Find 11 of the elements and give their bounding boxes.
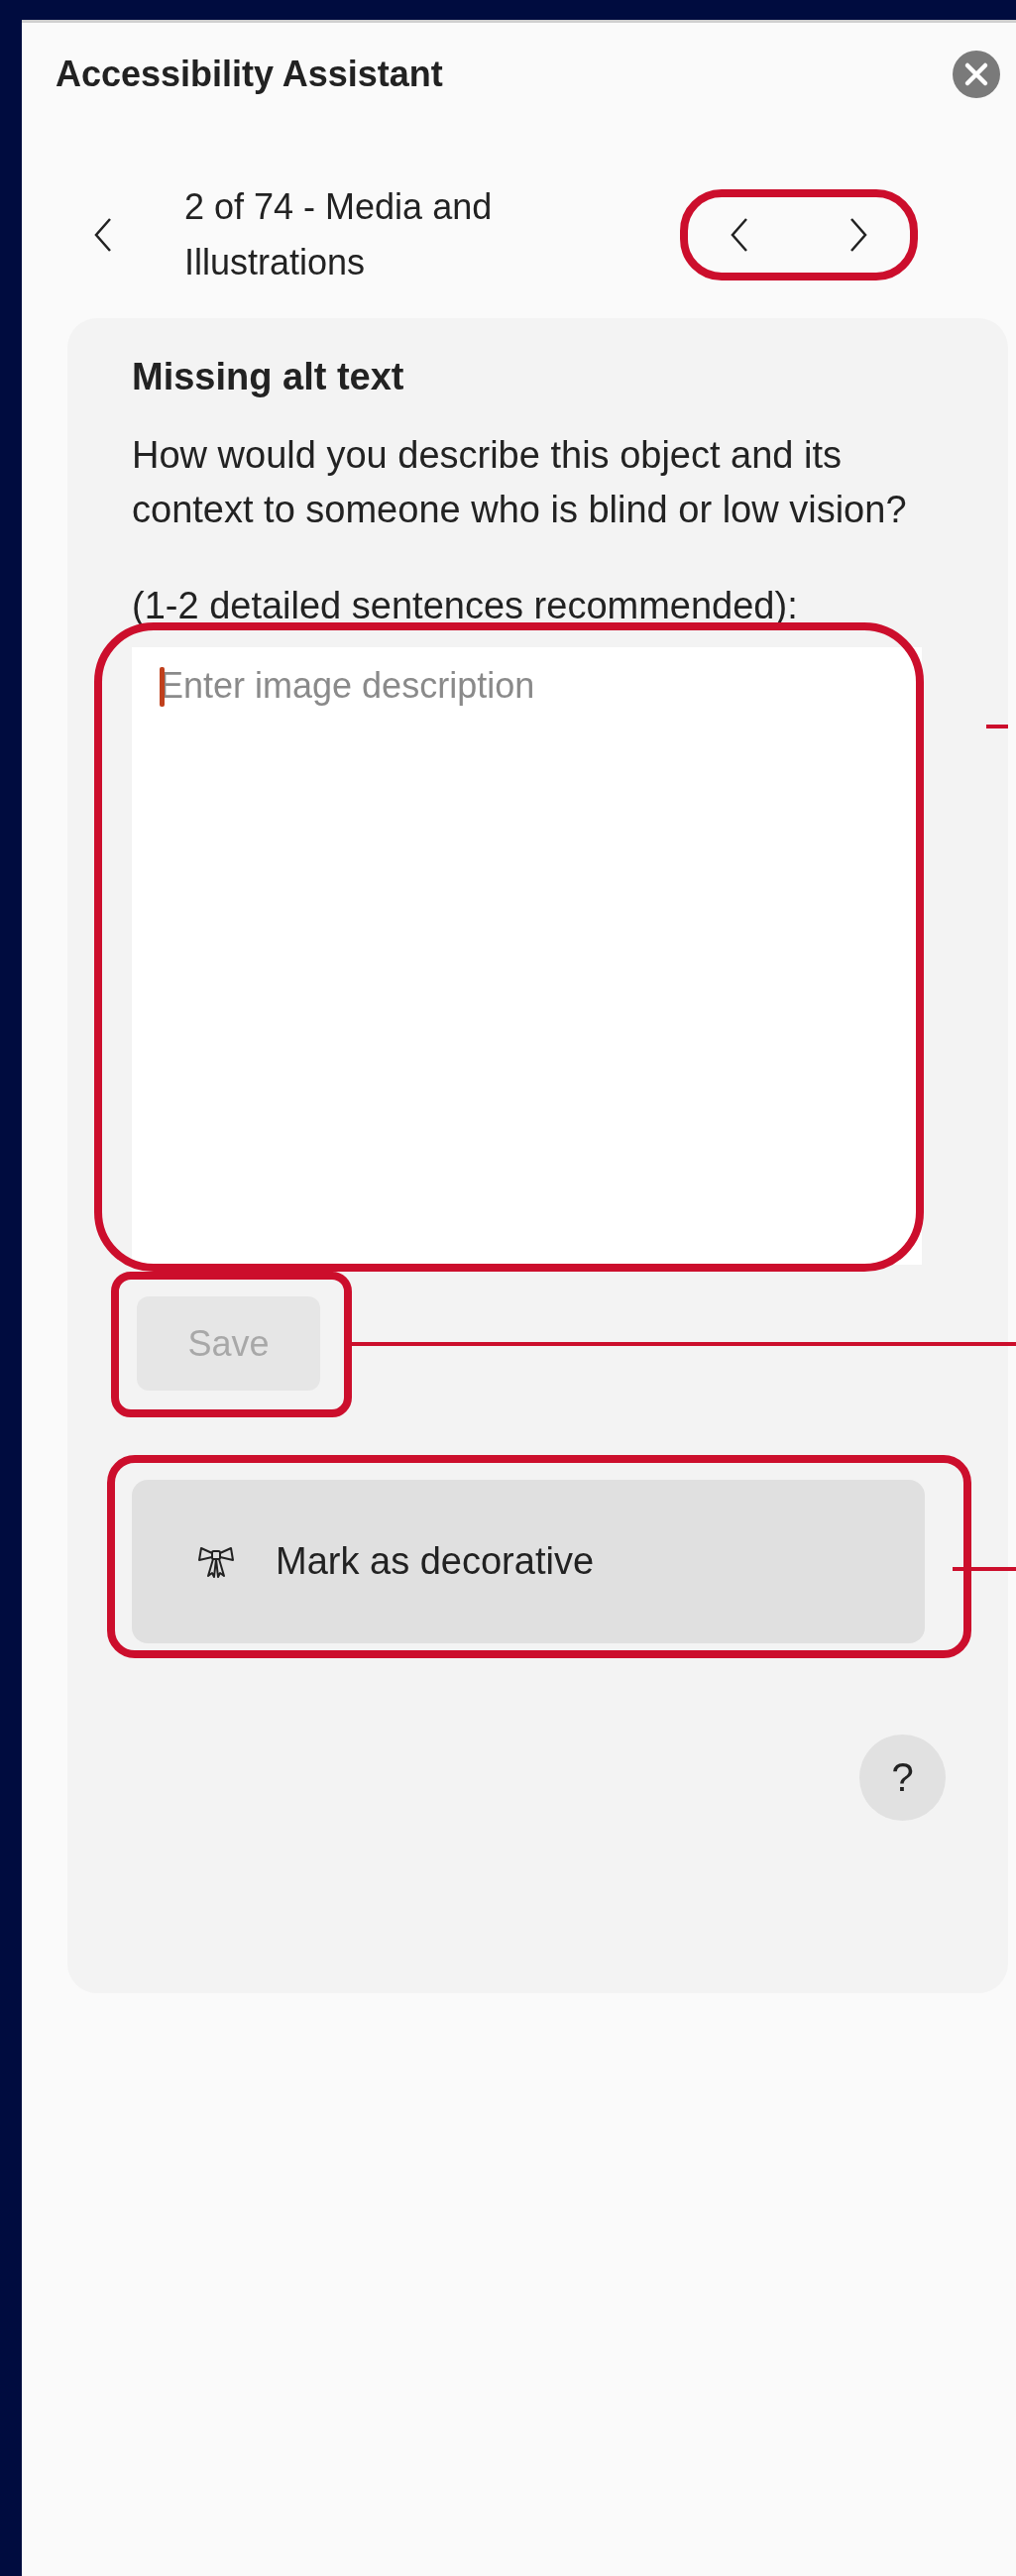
next-chevron-icon[interactable] (848, 217, 868, 253)
mark-decorative-button[interactable]: Mark as decorative (132, 1480, 925, 1643)
issue-counter: 2 of 74 - Media and Illustrations (184, 185, 494, 284)
issue-hint: (1-2 detailed sentences recommended): (132, 584, 799, 628)
panel-title: Accessibility Assistant (56, 54, 443, 95)
issue-question: How would you describe this object and its context to someone who is blind or low vision? (132, 433, 908, 532)
issue-title: Missing alt text (132, 356, 405, 398)
close-icon[interactable] (953, 51, 1000, 98)
previous-chevron-icon[interactable] (730, 217, 749, 253)
back-chevron-icon[interactable] (93, 217, 113, 253)
help-button[interactable]: ? (859, 1735, 946, 1821)
